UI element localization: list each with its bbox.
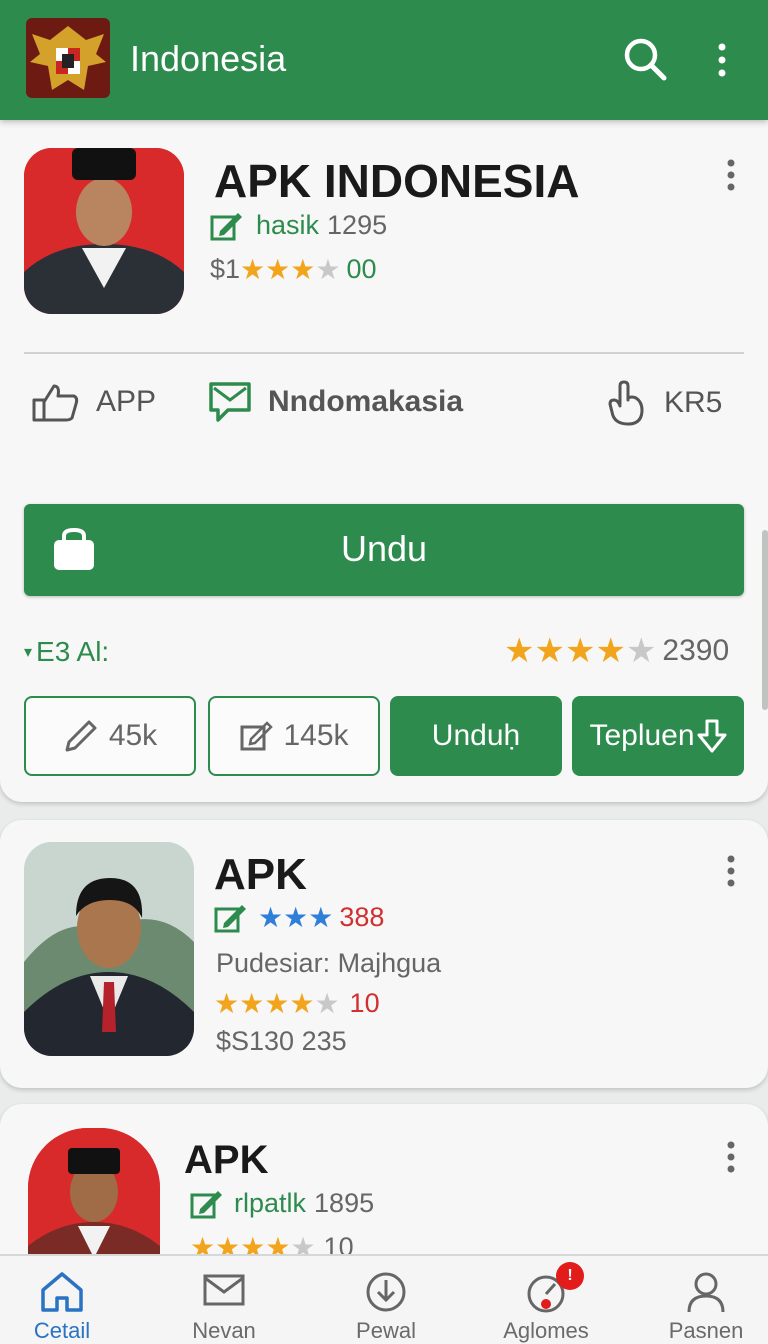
meta-app: APP	[32, 382, 156, 422]
meta-message-label: Nndomakasia	[268, 385, 464, 418]
action-label: 145k	[283, 719, 349, 752]
star-icon: ★	[315, 253, 341, 285]
price: $S130 235	[216, 1026, 347, 1056]
section-rating-stars: ★ ★ ★ ★ ★	[504, 634, 656, 668]
overflow-menu-icon[interactable]	[708, 38, 736, 84]
nav-item-pewal[interactable]: Pewal	[326, 1270, 446, 1344]
nav-label: Aglomes	[503, 1318, 589, 1343]
publisher: Pudesiar: Majhgua	[216, 948, 442, 978]
star-icon: ★	[265, 253, 291, 285]
thumbs-up-icon	[32, 384, 79, 422]
notification-badge: !	[556, 1262, 584, 1290]
search-icon[interactable]	[622, 36, 668, 82]
author-count: 1295	[327, 210, 388, 240]
star-icon: ★	[258, 901, 284, 933]
star-icon: ★	[314, 987, 340, 1019]
star-icon: ★	[283, 901, 309, 933]
nav-item-aglomes[interactable]: ! Aglomes	[486, 1262, 606, 1344]
rating-count: 388	[339, 902, 385, 932]
person-icon	[687, 1272, 725, 1313]
bottom-navigation: Cetail Nevan Pewal ! Aglomes Pasnen	[0, 1254, 768, 1344]
meta-message: Nndomakasia	[208, 380, 463, 424]
rating-stars: ★ ★ ★ ★	[240, 253, 341, 285]
edit-icon	[190, 1190, 222, 1218]
app-name: APK INDONESIA	[214, 155, 580, 207]
star-icon: ★	[240, 253, 266, 285]
action-label: Unduḥ	[431, 719, 521, 752]
action-label: 45k	[108, 719, 158, 752]
featured-app-card[interactable]: APK INDONESIA hasik 1295 $1 ★ ★ ★ ★ 00 APP …	[0, 112, 768, 802]
star-icon: ★	[625, 632, 657, 670]
chevron-down-icon[interactable]: ▾	[24, 642, 32, 662]
meta-hand: KR5	[604, 380, 722, 426]
download-button-label: Undu	[340, 528, 428, 569]
action-button-45k[interactable]: 45k	[24, 696, 196, 776]
star-icon: ★	[595, 632, 626, 670]
section-rating-row: ★ ★ ★ ★ ★ 2390	[504, 634, 729, 668]
pencil-icon	[65, 720, 97, 752]
app-bar: Indonesia	[0, 0, 768, 120]
star-icon: ★	[308, 901, 334, 933]
star-icon: ★	[239, 987, 265, 1019]
stars: ★ ★ ★ ★ ★	[214, 987, 340, 1019]
hand-icon	[608, 380, 644, 426]
price-prefix: $1	[210, 254, 241, 284]
author-count: 1895	[314, 1188, 375, 1218]
author-label: rlpatlk	[234, 1188, 307, 1218]
edit-icon	[214, 904, 246, 932]
section-label-row: ▾ E3 Al:	[24, 636, 109, 668]
star-icon: ★	[264, 987, 290, 1019]
garuda-emblem-icon	[26, 18, 110, 98]
app-name: APK	[184, 1138, 269, 1182]
star-icon: ★	[504, 632, 535, 670]
nav-item-cetail[interactable]: Cetail	[2, 1270, 122, 1344]
edit-icon	[240, 721, 274, 751]
price-row: $1 ★ ★ ★ ★ 00	[210, 254, 377, 285]
rating-stars: ★ ★ ★	[258, 901, 334, 933]
author-row: rlpatlk 1895	[190, 1188, 374, 1219]
star-icon: ★	[564, 632, 596, 670]
download-arrow-icon	[697, 719, 727, 753]
section-label: E3 Al:	[36, 636, 110, 667]
star-icon: ★	[289, 987, 315, 1019]
app-avatar	[24, 148, 184, 314]
app-title: Indonesia	[130, 38, 287, 79]
author-row: hasik 1295	[210, 210, 387, 241]
app-name: APK	[214, 850, 307, 899]
price-suffix: 00	[346, 254, 377, 284]
nav-label: Pewal	[356, 1318, 416, 1343]
home-icon	[41, 1272, 83, 1312]
scrollbar[interactable]	[762, 530, 768, 710]
action-button-tepluen[interactable]: Tepluen	[572, 696, 744, 776]
action-button-145k[interactable]: 145k	[208, 696, 380, 776]
star-icon: ★	[214, 987, 240, 1019]
section-rating-count: 2390	[662, 634, 730, 667]
rating-row: ★ ★ ★ 388	[214, 902, 384, 933]
card-menu-icon[interactable]	[724, 158, 738, 192]
nav-label: Nevan	[192, 1318, 256, 1343]
card-menu-icon[interactable]	[724, 854, 738, 888]
mail-icon	[203, 1274, 245, 1306]
nav-item-nevan[interactable]: Nevan	[164, 1270, 284, 1344]
message-icon	[209, 382, 251, 422]
star-icon: ★	[290, 253, 316, 285]
nav-label: Cetail	[33, 1318, 91, 1343]
stars-count: 10	[349, 988, 380, 1018]
card-menu-icon[interactable]	[724, 1140, 738, 1174]
action-button-download[interactable]: Unduḥ	[390, 696, 562, 776]
meta-app-label: APP	[96, 385, 157, 418]
app-card[interactable]: APK ★ ★ ★ 388 Pudesiar: Majhgua ★ ★ ★ ★ ★ 10 $…	[0, 820, 768, 1088]
star-icon: ★	[534, 632, 565, 670]
meta-hand-label: KR5	[664, 386, 723, 419]
author-label: hasik	[256, 210, 320, 240]
nav-label: Pasnen	[668, 1318, 744, 1343]
stars-row: ★ ★ ★ ★ ★ 10	[214, 988, 380, 1019]
download-button[interactable]: Undu	[24, 504, 744, 596]
download-icon	[366, 1272, 406, 1312]
edit-icon	[210, 212, 242, 240]
app-avatar	[24, 842, 194, 1056]
nav-item-pasnen[interactable]: Pasnen	[646, 1270, 766, 1344]
divider	[24, 352, 744, 354]
action-label: Tepluen	[589, 719, 695, 752]
